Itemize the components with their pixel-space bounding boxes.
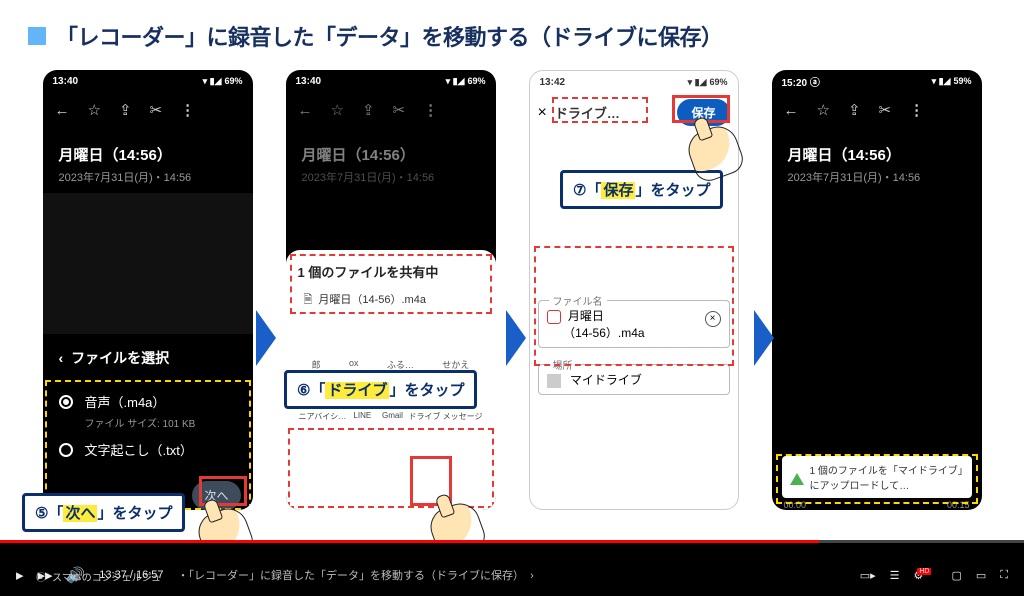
scissors-icon[interactable]: ✂ <box>150 101 163 119</box>
share-file-row: 🗎 月曜日（14-56）.m4a <box>298 287 484 318</box>
slide-title: 「レコーダー」に録音した「データ」を移動する（ドライブに保存） <box>56 20 723 52</box>
screenshot-step-7: 13:42 ▾ ▮◢ 69% × ドライブ… 保存 ファイル名 月曜日 （14-… <box>529 70 739 510</box>
progress-fill <box>0 540 819 543</box>
audio-subtitle: 2023年7月31日(月)・14:56 <box>43 169 253 185</box>
status-time: 13:40 <box>296 76 322 87</box>
slide-bullet-icon <box>28 27 46 45</box>
audio-title: 月曜日（14:56） <box>286 128 496 169</box>
screenshot-result: 15:20 ⓐ ▾ ▮◢ 59% ← ☆ ⇪ ✂ ⋮ 月曜日（14:56） 20… <box>772 70 982 510</box>
play-button[interactable]: ▸ <box>16 566 24 584</box>
flow-arrow-icon <box>506 310 526 366</box>
file-icon: 🗎 <box>304 291 313 310</box>
audio-subtitle: 2023年7月31日(月)・14:56 <box>772 169 982 185</box>
settings-icon[interactable]: ⚙HD <box>913 569 937 582</box>
kebab-icon[interactable]: ⋮ <box>423 101 438 119</box>
share-icon[interactable]: ⇪ <box>362 101 375 119</box>
progress-track[interactable] <box>0 540 1024 543</box>
status-right: ▾ ▮◢ 69% <box>688 77 728 88</box>
share-icon[interactable]: ⇪ <box>119 101 132 119</box>
scissors-icon[interactable]: ✂ <box>393 101 406 119</box>
channel-logo-icon: ⓢ <box>36 569 46 584</box>
screenshot-step-5: 13:40 ▾ ▮◢ 69% ← ☆ ⇪ ✂ ⋮ 月曜日（14:56） 2023… <box>43 70 253 510</box>
share-sheet-title: 1 個のファイルを共有中 <box>298 262 484 287</box>
status-right: ▾ ▮◢ 59% <box>932 76 972 87</box>
status-time: 13:40 <box>53 76 79 87</box>
audio-title: 月曜日（14:56） <box>772 128 982 169</box>
select-files-header: ‹ファイルを選択 <box>43 334 253 382</box>
kebab-icon[interactable]: ⋮ <box>180 101 195 119</box>
callout-step-5: ⑤「次へ」をタップ <box>22 493 185 532</box>
back-icon[interactable]: ← <box>298 102 313 119</box>
video-controls: ▸ ▸▸ 🔊 13:37 / 16:57 ・「レコーダー」に録音した「データ」を… <box>0 540 1024 596</box>
playback-start: 00:00 <box>784 500 807 510</box>
status-right: ▾ ▮◢ 69% <box>446 76 486 87</box>
fullscreen-icon[interactable]: ⛶ <box>1000 569 1008 582</box>
star-icon[interactable]: ☆ <box>331 101 344 119</box>
status-time: 15:20 ⓐ <box>782 74 820 89</box>
close-icon[interactable]: × <box>538 104 547 122</box>
drive-icon <box>790 462 804 476</box>
status-time: 13:42 <box>540 77 566 88</box>
location-field[interactable]: 場所 マイドライブ <box>538 364 730 395</box>
miniplayer-icon[interactable]: ▢ <box>951 569 961 582</box>
filename-field[interactable]: ファイル名 月曜日 （14-56）.m4a × <box>538 300 730 348</box>
radio-unchecked-icon <box>59 443 73 457</box>
callout-step-7: ⑦「保存」をタップ <box>560 170 723 209</box>
audio-file-icon <box>547 310 561 324</box>
scissors-icon[interactable]: ✂ <box>879 101 892 119</box>
video-chapter-title[interactable]: ・「レコーダー」に録音した「データ」を移動する（ドライブに保存） › <box>178 567 534 583</box>
file-size-label: ファイル サイズ: 101 KB <box>69 415 253 430</box>
drive-breadcrumb: ドライブ… <box>555 103 670 122</box>
star-icon[interactable]: ☆ <box>817 101 830 119</box>
flow-arrow-icon <box>256 310 276 366</box>
upload-toast[interactable]: 1 個のファイルを「マイドライブ」にアップロードして… <box>782 456 972 498</box>
screenshot-step-6: 13:40 ▾ ▮◢ 69% ← ☆ ⇪ ✂ ⋮ 月曜日（14:56） 2023… <box>286 70 496 510</box>
clear-icon[interactable]: × <box>705 311 721 327</box>
share-icon[interactable]: ⇪ <box>848 101 861 119</box>
flow-arrow-icon <box>754 310 774 366</box>
star-icon[interactable]: ☆ <box>88 101 101 119</box>
captions-icon[interactable]: ☰ <box>890 569 900 582</box>
audio-subtitle: 2023年7月31日(月)・14:56 <box>286 169 496 185</box>
audio-title: 月曜日（14:56） <box>43 128 253 169</box>
save-button[interactable]: 保存 <box>677 99 729 126</box>
drive-icon <box>547 374 561 388</box>
autoplay-toggle[interactable]: ▭▸ <box>860 569 876 582</box>
status-right: ▾ ▮◢ 69% <box>203 76 243 87</box>
radio-checked-icon <box>59 395 73 409</box>
kebab-icon[interactable]: ⋮ <box>909 101 924 119</box>
playback-end: 00:15 <box>947 500 970 510</box>
callout-step-6: ⑥「ドライブ」をタップ <box>284 370 477 409</box>
back-icon[interactable]: ← <box>784 102 799 119</box>
back-icon[interactable]: ← <box>55 102 70 119</box>
channel-badge[interactable]: ⓢ スマホのコンシェルジュ <box>36 569 161 584</box>
option-transcript-txt[interactable]: 文字起こし（.txt） <box>43 430 253 469</box>
next-button[interactable]: 次へ <box>192 481 240 510</box>
theater-icon[interactable]: ▭ <box>976 569 986 582</box>
